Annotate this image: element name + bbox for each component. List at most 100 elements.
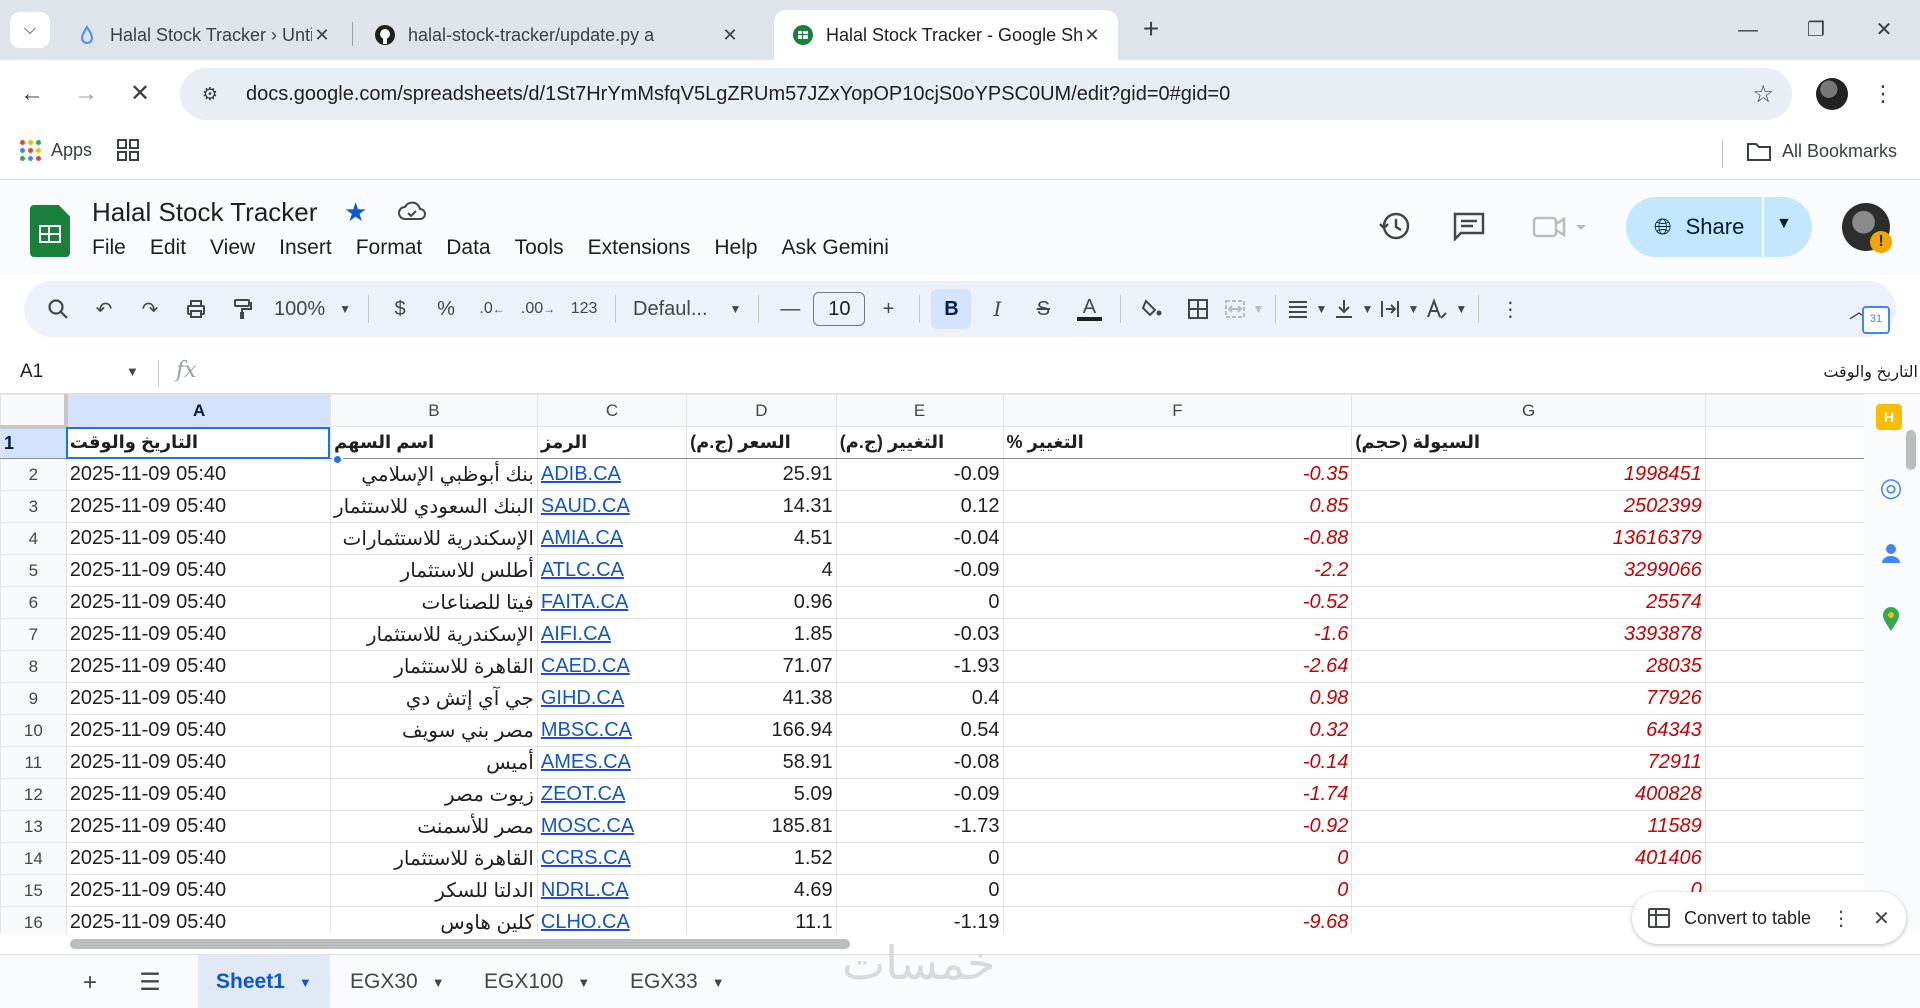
cell-change-percent[interactable]: -1.74 [1002,778,1353,811]
cell-price[interactable]: 4 [686,554,837,587]
cell-change-percent[interactable]: -0.14 [1002,746,1353,779]
paint-format-icon[interactable] [222,289,262,329]
cell-symbol-link[interactable]: CAED.CA [536,650,688,683]
row-number[interactable]: 4 [0,522,67,555]
cell-volume[interactable]: 64343 [1351,714,1706,747]
cell-symbol-link[interactable]: ADIB.CA [536,458,688,491]
cell-volume[interactable]: 401406 [1351,842,1706,875]
row-number[interactable]: 8 [0,650,67,683]
undo-icon[interactable]: ↶ [84,289,124,329]
formula-input[interactable]: التاريخ والوقت [1823,362,1918,382]
add-sheet-plus-icon[interactable]: + [70,963,110,1003]
cell-timestamp[interactable]: 2025-11-09 05:40 [65,586,331,619]
cell-a1[interactable]: التاريخ والوقت [65,426,331,459]
cell-price[interactable]: 1.85 [686,618,837,651]
cell-change[interactable]: -0.09 [835,554,1004,587]
cell-timestamp[interactable]: 2025-11-09 05:40 [65,746,331,779]
row-number[interactable]: 13 [0,810,67,843]
cell-stock-name[interactable]: مصر للأسمنت [329,810,538,843]
cell-timestamp[interactable]: 2025-11-09 05:40 [65,778,331,811]
version-history-icon[interactable] [1378,209,1412,243]
column-header-e[interactable]: E [835,394,1004,427]
cell-change-percent[interactable]: -0.92 [1002,810,1353,843]
cell-volume[interactable]: 1998451 [1351,458,1706,491]
cell-symbol-link[interactable]: NDRL.CA [536,874,688,907]
merge-cells-icon[interactable]: ▼ [1224,289,1264,329]
cell-volume[interactable]: 11589 [1351,810,1706,843]
cell-price[interactable]: 5.09 [686,778,837,811]
decrease-decimal-button[interactable]: .0 ← [472,289,512,329]
close-tab-icon[interactable]: ✕ [720,25,740,46]
browser-tab-sheets[interactable]: Halal Stock Tracker - Google Sh ✕ [774,10,1118,60]
column-header-f[interactable]: F [1002,394,1353,427]
apps-bookmark[interactable]: Apps [20,140,92,161]
select-all-corner[interactable] [0,394,69,429]
site-info-tune-icon[interactable]: ⚙ [190,84,230,105]
cell-stock-name[interactable]: فيتا للصناعات [329,586,538,619]
new-tab-plus-icon[interactable]: + [1134,14,1168,48]
cell-stock-name[interactable]: كلين هاوس [329,906,538,934]
cell-stock-name[interactable]: أميس [329,746,538,779]
cell-change-percent[interactable]: -0.52 [1002,586,1353,619]
chevron-down-icon[interactable]: ▼ [577,975,590,990]
cell-stock-name[interactable]: مصر بني سويف [329,714,538,747]
row-number[interactable]: 1 [0,426,67,459]
cell-price[interactable]: 41.38 [686,682,837,715]
row-number[interactable]: 15 [0,874,67,907]
cell-price[interactable]: 25.91 [686,458,837,491]
cell-change[interactable]: 0 [835,842,1004,875]
close-window-icon[interactable]: ✕ [1862,10,1906,50]
cell-timestamp[interactable]: 2025-11-09 05:40 [65,810,331,843]
address-bar[interactable]: ⚙ docs.google.com/spreadsheets/d/1St7HrY… [180,68,1792,120]
document-title[interactable]: Halal Stock Tracker [92,197,317,228]
more-options-kebab-icon[interactable]: ⋮ [1831,906,1851,931]
cell-e1[interactable]: التغيير (ج.م) [835,426,1004,459]
cell-stock-name[interactable]: جي آي إتش دي [329,682,538,715]
cell-stock-name[interactable]: البنك السعودي للاستثمار [329,490,538,523]
font-family-select[interactable]: Defaul... ▼ [627,289,747,329]
row-number[interactable]: 2 [0,458,67,491]
menu-view[interactable]: View [210,236,255,260]
cell-change-percent[interactable]: -9.68 [1002,906,1353,934]
cell-timestamp[interactable]: 2025-11-09 05:40 [65,906,331,934]
row-number[interactable]: 3 [0,490,67,523]
format-currency-button[interactable]: $ [380,289,420,329]
cell-timestamp[interactable]: 2025-11-09 05:40 [65,682,331,715]
column-header-b[interactable]: B [329,394,538,427]
row-number[interactable]: 6 [0,586,67,619]
cell-change[interactable]: -0.09 [835,778,1004,811]
cell-price[interactable]: 71.07 [686,650,837,683]
row-number[interactable]: 10 [0,714,67,747]
menu-data[interactable]: Data [446,236,490,260]
name-box-chevron-down-icon[interactable]: ▼ [126,364,139,379]
sheet-tab-egx30[interactable]: EGX30 ▼ [332,955,463,1008]
text-color-icon[interactable]: A [1069,289,1109,329]
search-menus-icon[interactable] [38,289,78,329]
cell-symbol-link[interactable]: MOSC.CA [536,810,688,843]
font-size-input[interactable]: 10 [813,292,866,326]
share-button[interactable]: 🌐︎ Share ▼ [1626,197,1812,257]
cell-timestamp[interactable]: 2025-11-09 05:40 [65,458,331,491]
cell-stock-name[interactable]: القاهرة للاستثمار [329,650,538,683]
bold-icon[interactable]: B [931,289,972,329]
cell-timestamp[interactable]: 2025-11-09 05:40 [65,554,331,587]
column-header-d[interactable]: D [686,394,837,427]
cell-timestamp[interactable]: 2025-11-09 05:40 [65,618,331,651]
cell-price[interactable]: 185.81 [686,810,837,843]
cell-volume[interactable]: 72911 [1351,746,1706,779]
cell-price[interactable]: 0.96 [686,586,837,619]
star-icon[interactable]: ★ [344,197,367,228]
all-sheets-menu-icon[interactable]: ☰ [130,963,170,1003]
menu-extensions[interactable]: Extensions [588,236,691,260]
column-header-c[interactable]: C [536,394,688,427]
cell-price[interactable]: 14.31 [686,490,837,523]
cell-symbol-link[interactable]: CCRS.CA [536,842,688,875]
tab-search-chevron-icon[interactable]: ⌵ [10,12,50,48]
cells-table[interactable]: A B C D E F G 1 التاريخ والوقت اسم السهم… [0,394,1920,934]
comments-icon[interactable] [1452,211,1486,241]
cell-g1[interactable]: السيولة (حجم) [1351,426,1706,459]
cell-c1[interactable]: الرمز [536,426,688,459]
menu-help[interactable]: Help [714,236,757,260]
cell-change[interactable]: 0.54 [835,714,1004,747]
increase-font-size-icon[interactable]: + [868,289,908,329]
